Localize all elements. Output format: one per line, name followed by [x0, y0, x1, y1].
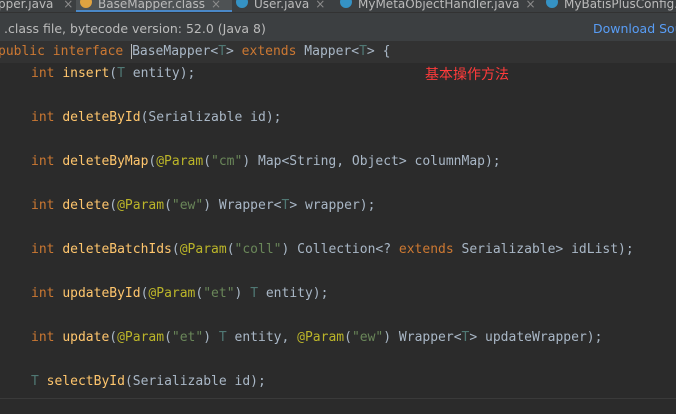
code-line-update[interactable]: int update(@Param("et") T entity, @Param…	[31, 329, 602, 347]
tab-mapper-java[interactable]: pper.java ×	[0, 0, 73, 12]
tab-label: pper.java	[0, 0, 54, 11]
tab-label: User.java	[254, 0, 310, 11]
code-line-updatebyid[interactable]: int updateById(@Param("et") T entity);	[31, 285, 328, 303]
close-icon[interactable]: ×	[315, 0, 325, 11]
code-editor[interactable]: public interface BaseMapper<T> extends M…	[0, 42, 676, 413]
bytecode-version-message: .class file, bytecode version: 52.0 (Jav…	[4, 21, 266, 36]
editor-tab-bar: pper.java × BaseMapper.class × User.java ×…	[0, 0, 676, 13]
code-line-insert[interactable]: int insert(T entity);	[31, 65, 195, 83]
close-icon[interactable]: ×	[63, 0, 73, 11]
code-line-interface-header[interactable]: public interface BaseMapper<T> extends M…	[0, 43, 390, 61]
class-icon	[546, 0, 558, 8]
tab-basemapper-class[interactable]: BaseMapper.class ×	[76, 0, 232, 12]
annotation-note: 基本操作方法	[425, 67, 509, 83]
code-line-deletebymap[interactable]: int deleteByMap(@Param("cm") Map<String,…	[31, 153, 501, 171]
code-line-deletebyid[interactable]: int deleteById(Serializable id);	[31, 109, 281, 127]
close-icon[interactable]: ×	[525, 0, 535, 11]
tab-mybatisplusconfig-java[interactable]: MyBatisPlusConfig.j	[546, 0, 676, 12]
code-line-delete[interactable]: int delete(@Param("ew") Wrapper<T> wrapp…	[31, 197, 375, 215]
close-icon[interactable]: ×	[211, 0, 221, 11]
horizontal-scrollbar[interactable]	[0, 398, 676, 414]
download-sources-link[interactable]: Download Sou	[593, 21, 676, 36]
code-line-selectbyid[interactable]: T selectById(Serializable id);	[31, 373, 266, 391]
tab-label: BaseMapper.class	[98, 0, 205, 11]
tab-user-java[interactable]: User.java ×	[236, 0, 330, 12]
class-icon	[340, 0, 352, 8]
class-icon	[80, 0, 92, 8]
tab-mymetaobjecthandler-java[interactable]: MyMetaObjectHandler.java ×	[340, 0, 540, 12]
decompiled-file-banner: .class file, bytecode version: 52.0 (Jav…	[0, 13, 676, 42]
class-icon	[236, 0, 248, 8]
code-line-deletebatchids[interactable]: int deleteBatchIds(@Param("coll") Collec…	[31, 241, 634, 259]
tab-label: MyMetaObjectHandler.java	[358, 0, 520, 11]
tab-label: MyBatisPlusConfig.j	[564, 0, 676, 11]
